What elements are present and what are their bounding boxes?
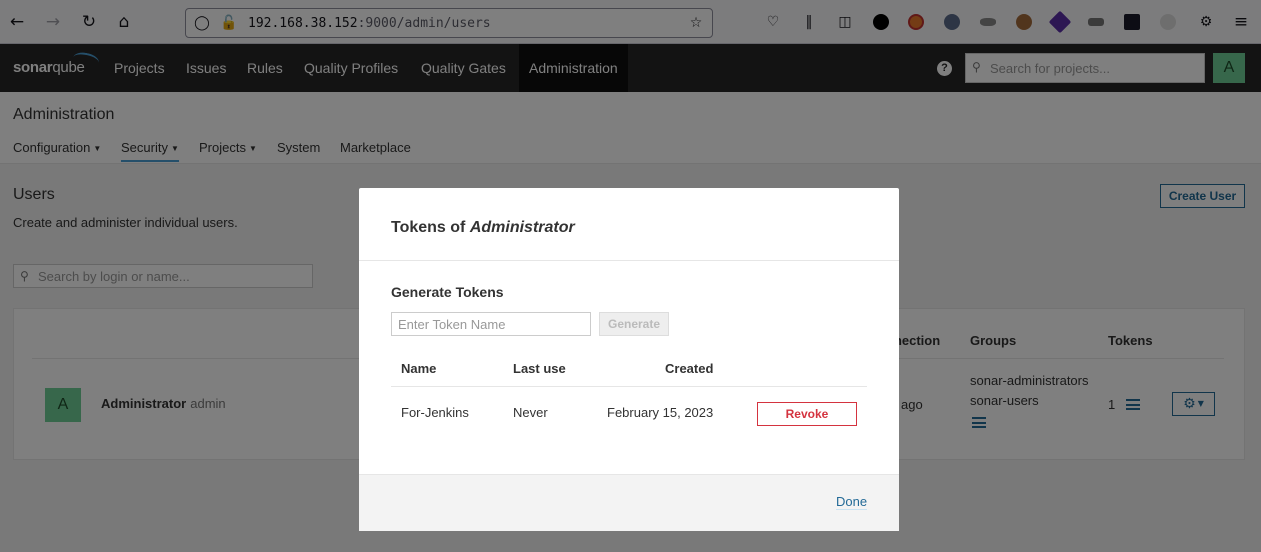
modal-footer: Done	[359, 474, 899, 531]
done-link[interactable]: Done	[836, 494, 868, 510]
modal-header: Tokens of Administrator	[359, 188, 899, 261]
revoke-button[interactable]: Revoke	[757, 402, 857, 426]
column-name: Name	[401, 361, 437, 376]
token-name: For-Jenkins	[401, 405, 469, 420]
generate-button[interactable]: Generate	[599, 312, 669, 336]
token-name-input[interactable]	[391, 312, 591, 336]
divider	[391, 386, 867, 387]
generate-tokens-title: Generate Tokens	[391, 284, 504, 300]
token-created: February 15, 2023	[607, 405, 714, 420]
column-last-use: Last use	[513, 361, 566, 376]
token-last-use: Never	[513, 405, 548, 420]
tokens-modal: Tokens of Administrator Generate Tokens …	[359, 188, 899, 531]
modal-title: Tokens of Administrator	[391, 219, 575, 236]
column-created: Created	[665, 361, 714, 376]
